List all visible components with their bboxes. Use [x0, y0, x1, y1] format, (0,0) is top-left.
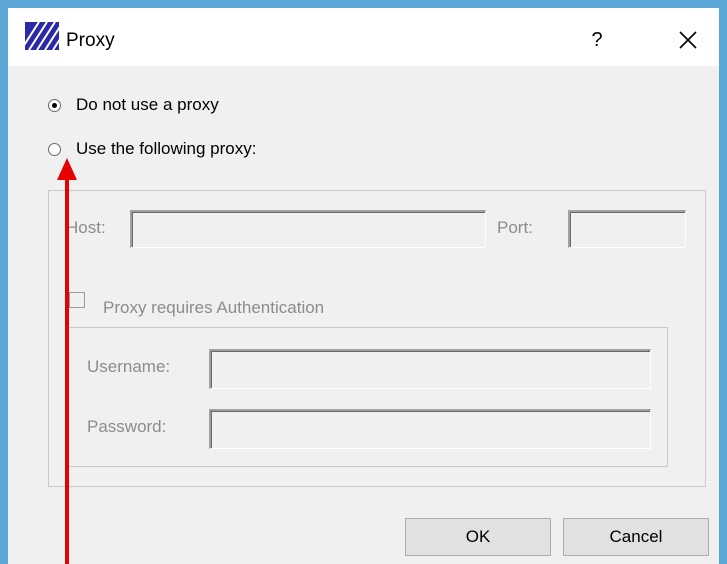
use-proxy-label: Use the following proxy:: [76, 139, 257, 158]
port-field[interactable]: [568, 210, 686, 248]
password-label: Password:: [87, 417, 167, 436]
app-icon: [25, 22, 59, 50]
username-field[interactable]: [209, 349, 651, 389]
no-proxy-radio[interactable]: [48, 98, 61, 112]
no-proxy-option[interactable]: Do not use a proxy: [48, 92, 219, 118]
auth-label: Proxy requires Authentication: [103, 298, 325, 317]
dialog-title: Proxy: [66, 30, 115, 51]
use-proxy-radio[interactable]: [48, 142, 61, 156]
host-field[interactable]: [130, 210, 486, 248]
ok-button[interactable]: OK: [405, 518, 551, 556]
password-field[interactable]: [209, 409, 651, 449]
cancel-button[interactable]: Cancel: [563, 518, 709, 556]
close-icon[interactable]: [675, 26, 701, 54]
port-label: Port:: [497, 218, 533, 237]
annotation-arrow-icon: [57, 158, 77, 564]
help-button[interactable]: ?: [585, 26, 609, 54]
no-proxy-label: Do not use a proxy: [76, 95, 219, 114]
username-label: Username:: [87, 357, 171, 376]
